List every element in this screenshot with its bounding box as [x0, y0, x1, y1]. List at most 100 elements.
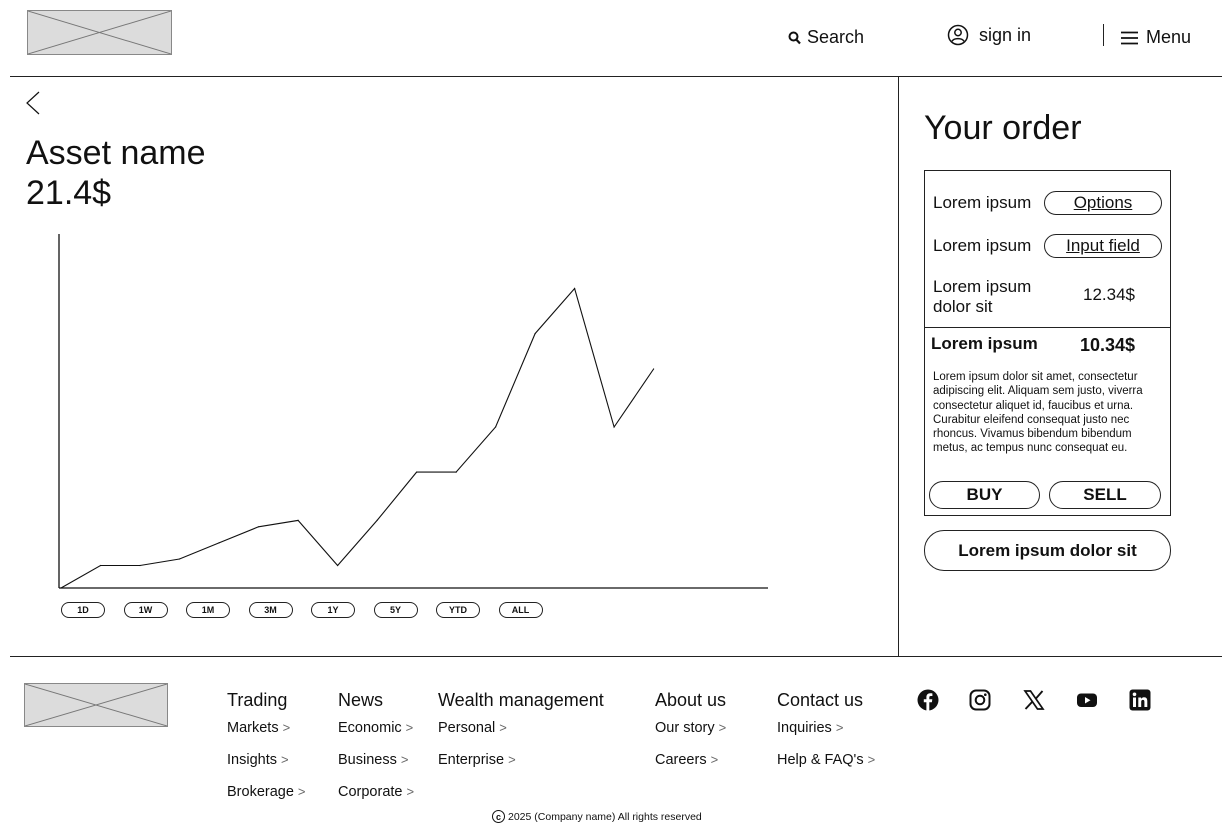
order-row-label-line2: dolor sit [933, 297, 993, 316]
footer-heading[interactable]: Wealth management [438, 689, 604, 711]
sign-in-button[interactable]: sign in [947, 24, 1031, 46]
footer-link[interactable]: Inquiries > [777, 719, 875, 737]
order-row-label: Lorem ipsum [933, 193, 1032, 212]
footer-logo-placeholder[interactable] [24, 683, 168, 727]
asset-price: 21.4$ [26, 174, 112, 212]
chevron-right-icon: > [405, 720, 414, 735]
chart-point [416, 471, 418, 473]
footer-heading[interactable]: News [338, 689, 414, 711]
footer-link-label: Enterprise [438, 752, 505, 768]
chart-point [613, 426, 615, 428]
range-button-ytd[interactable]: YTD [436, 602, 480, 618]
range-button-all[interactable]: ALL [498, 602, 543, 618]
chevron-right-icon: > [835, 720, 844, 735]
buy-button[interactable]: BUY [929, 481, 1040, 509]
header-logo-placeholder[interactable] [27, 10, 172, 55]
chart-point [60, 587, 62, 589]
footer-heading[interactable]: About us [655, 689, 726, 711]
menu-button[interactable]: Menu [1121, 27, 1191, 48]
youtube-icon[interactable] [1076, 689, 1098, 711]
range-button-5y[interactable]: 5Y [373, 602, 418, 618]
footer-link-label: Careers [655, 752, 707, 768]
range-button-3m[interactable]: 3M [248, 602, 293, 618]
footer-link[interactable]: Careers > [655, 751, 726, 769]
chart-point [534, 333, 536, 335]
footer-link[interactable]: Corporate > [338, 783, 414, 801]
footer-link[interactable]: Enterprise > [438, 751, 604, 769]
range-button-1w[interactable]: 1W [123, 602, 168, 618]
copyright: c 2025 (Company name) All rights reserve… [492, 810, 702, 823]
chevron-right-icon: > [280, 752, 289, 767]
chevron-right-icon: > [710, 752, 719, 767]
footer-link[interactable]: Help & FAQ's > [777, 751, 875, 769]
footer-link-label: Insights [227, 752, 277, 768]
footer-link[interactable]: Personal > [438, 719, 604, 737]
footer-link[interactable]: Insights > [227, 751, 306, 769]
hamburger-icon [1121, 31, 1138, 45]
order-title: Your order [924, 109, 1082, 147]
order-cta-button[interactable]: Lorem ipsum dolor sit [924, 530, 1171, 571]
asset-name: Asset name [26, 134, 206, 172]
range-button-1m[interactable]: 1M [186, 602, 230, 618]
chevron-left-icon [26, 91, 40, 115]
sign-in-label: sign in [979, 24, 1032, 45]
chart-point [297, 519, 299, 521]
chevron-right-icon: > [508, 752, 516, 767]
footer-link[interactable]: Our story > [655, 719, 726, 737]
chart-point [495, 426, 497, 428]
chart-point [653, 368, 655, 370]
linkedin-icon[interactable] [1129, 689, 1151, 711]
chart-point [337, 564, 339, 567]
footer-link-label: Business [338, 752, 397, 768]
order-total-divider [925, 327, 1170, 329]
footer-link[interactable]: Business > [338, 751, 414, 769]
options-select[interactable]: Options [1044, 191, 1162, 215]
menu-label: Menu [1146, 27, 1192, 47]
footer-link[interactable]: Markets > [227, 719, 306, 737]
order-input-field[interactable]: Input field [1044, 234, 1162, 258]
sell-button[interactable]: SELL [1049, 481, 1161, 509]
back-button[interactable] [24, 90, 44, 116]
chart-point [455, 471, 457, 473]
footer-link-label: Corporate [338, 784, 403, 800]
order-row-label: Lorem ipsum [933, 236, 1032, 255]
instagram-icon[interactable] [969, 689, 991, 711]
search-button[interactable]: Search [788, 27, 864, 48]
order-description: Lorem ipsum dolor sit amet, consectetur … [933, 371, 1143, 455]
copyright-icon: c [492, 810, 505, 823]
chart-point [218, 542, 220, 544]
chart-point [376, 519, 378, 521]
copyright-text: 2025 (Company name) All rights reserved [508, 810, 702, 823]
order-total-value: 10.34$ [1080, 335, 1136, 355]
range-button-1d[interactable]: 1D [61, 602, 105, 618]
chevron-right-icon: > [282, 720, 291, 735]
footer-link-label: Help & FAQ's [777, 752, 864, 768]
footer-column: Contact us Inquiries > Help & FAQ's > [777, 689, 875, 783]
chart-point [574, 287, 576, 290]
footer-column: Wealth management Personal > Enterprise > [438, 689, 604, 783]
order-form: Lorem ipsum Options Lorem ipsum Input fi… [924, 170, 1171, 516]
order-row-value: 12.34$ [1083, 285, 1135, 304]
x-icon[interactable] [1023, 689, 1045, 711]
footer-link[interactable]: Economic > [338, 719, 414, 737]
footer-link[interactable]: Brokerage > [227, 783, 306, 801]
footer-link-label: Economic [338, 720, 402, 736]
facebook-icon[interactable] [917, 689, 939, 711]
chevron-right-icon: > [499, 720, 507, 735]
chart-point [99, 564, 102, 567]
order-total-label: Lorem ipsum [931, 334, 1038, 353]
range-button-1y[interactable]: 1Y [311, 602, 355, 618]
footer-heading[interactable]: Trading [227, 689, 306, 711]
chevron-right-icon: > [406, 784, 415, 799]
footer-link-label: Markets [227, 720, 279, 736]
order-panel-divider [898, 77, 900, 657]
footer-link-label: Our story [655, 720, 715, 736]
footer-link-label: Personal [438, 720, 496, 736]
footer-heading[interactable]: Contact us [777, 689, 875, 711]
footer-divider [10, 656, 1222, 658]
user-circle-icon [947, 24, 969, 46]
search-icon [788, 31, 801, 45]
chevron-right-icon: > [867, 752, 876, 767]
search-label: Search [807, 27, 865, 47]
footer-column: Trading Markets > Insights > Brokerage > [227, 689, 306, 815]
